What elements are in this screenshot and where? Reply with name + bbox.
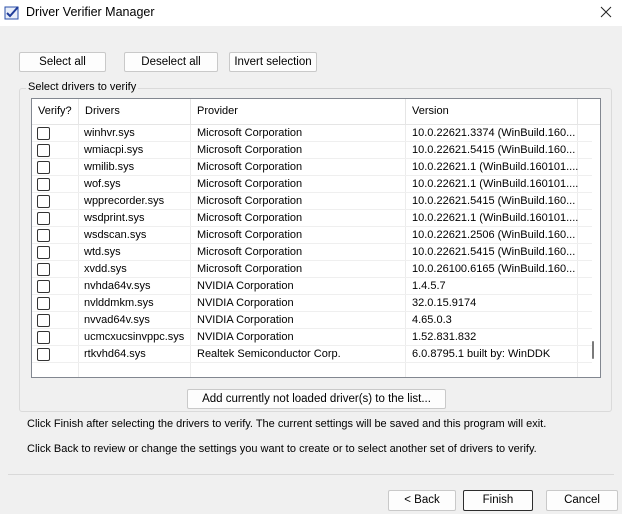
checkbox-icon[interactable] xyxy=(37,246,50,259)
driver-provider: Microsoft Corporation xyxy=(197,127,303,139)
driver-version: 10.0.22621.2506 (WinBuild.160... xyxy=(412,229,576,241)
table-row[interactable]: wtd.sys Microsoft Corporation 10.0.22621… xyxy=(32,244,592,261)
table-row[interactable]: wsdprint.sys Microsoft Corporation 10.0.… xyxy=(32,210,592,227)
header-provider[interactable]: Provider xyxy=(191,99,406,124)
driver-provider: NVIDIA Corporation xyxy=(197,297,294,309)
checkbox-icon[interactable] xyxy=(37,161,50,174)
driver-version: 10.0.22621.5415 (WinBuild.160... xyxy=(412,144,576,156)
drivers-listview[interactable]: Verify? Drivers Provider Version winhvr.… xyxy=(31,98,601,378)
checkbox-icon[interactable] xyxy=(37,229,50,242)
table-row[interactable]: wof.sys Microsoft Corporation 10.0.22621… xyxy=(32,176,592,193)
driver-provider: Microsoft Corporation xyxy=(197,263,303,275)
table-row[interactable]: rtkvhd64.sys Realtek Semiconductor Corp.… xyxy=(32,346,592,363)
info-finish-text: Click Finish after selecting the drivers… xyxy=(27,418,547,430)
driver-provider: NVIDIA Corporation xyxy=(197,280,294,292)
checklist-icon xyxy=(4,5,20,21)
window-title: Driver Verifier Manager xyxy=(26,5,155,19)
header-drivers[interactable]: Drivers xyxy=(79,99,191,124)
finish-button[interactable]: Finish xyxy=(463,490,533,511)
driver-name: ucmcxucsinvppc.sys xyxy=(84,331,185,343)
driver-name: winhvr.sys xyxy=(84,127,135,139)
select-all-button[interactable]: Select all xyxy=(19,52,106,72)
driver-name: wof.sys xyxy=(84,178,121,190)
driver-provider: Microsoft Corporation xyxy=(197,229,303,241)
driver-rows: winhvr.sys Microsoft Corporation 10.0.22… xyxy=(32,125,592,363)
checkbox-icon[interactable] xyxy=(37,195,50,208)
driver-provider: Microsoft Corporation xyxy=(197,212,303,224)
driver-version: 10.0.22621.1 (WinBuild.160101.... xyxy=(412,212,579,224)
vertical-scrollbar[interactable] xyxy=(592,341,594,359)
driver-version: 10.0.22621.1 (WinBuild.160101.... xyxy=(412,178,579,190)
driver-provider: NVIDIA Corporation xyxy=(197,314,294,326)
checkbox-icon[interactable] xyxy=(37,178,50,191)
checkbox-icon[interactable] xyxy=(37,280,50,293)
footer-divider xyxy=(8,474,614,475)
checkbox-icon[interactable] xyxy=(37,331,50,344)
driver-name: nvvad64v.sys xyxy=(84,314,150,326)
driver-version: 32.0.15.9174 xyxy=(412,297,477,309)
driver-version: 6.0.8795.1 built by: WinDDK xyxy=(412,348,551,360)
driver-name: wmilib.sys xyxy=(84,161,135,173)
driver-name: wsdprint.sys xyxy=(84,212,145,224)
driver-provider: Microsoft Corporation xyxy=(197,195,303,207)
invert-selection-button[interactable]: Invert selection xyxy=(229,52,317,72)
driver-version: 10.0.22621.5415 (WinBuild.160... xyxy=(412,246,576,258)
driver-version: 10.0.22621.1 (WinBuild.160101.... xyxy=(412,161,579,173)
driver-name: nvlddmkm.sys xyxy=(84,297,154,309)
checkbox-icon[interactable] xyxy=(37,212,50,225)
listview-header: Verify? Drivers Provider Version xyxy=(32,99,600,125)
driver-name: xvdd.sys xyxy=(84,263,127,275)
table-row[interactable]: winhvr.sys Microsoft Corporation 10.0.22… xyxy=(32,125,592,142)
checkbox-icon[interactable] xyxy=(37,263,50,276)
checkbox-icon[interactable] xyxy=(37,314,50,327)
driver-version: 1.4.5.7 xyxy=(412,280,446,292)
header-verify[interactable]: Verify? xyxy=(32,99,79,124)
table-row[interactable]: ucmcxucsinvppc.sys NVIDIA Corporation 1.… xyxy=(32,329,592,346)
checkbox-icon[interactable] xyxy=(37,297,50,310)
driver-provider: Microsoft Corporation xyxy=(197,178,303,190)
table-row[interactable]: nvhda64v.sys NVIDIA Corporation 1.4.5.7 xyxy=(32,278,592,295)
add-not-loaded-drivers-button[interactable]: Add currently not loaded driver(s) to th… xyxy=(187,389,446,409)
deselect-all-button[interactable]: Deselect all xyxy=(124,52,218,72)
driver-name: rtkvhd64.sys xyxy=(84,348,146,360)
title-bar: Driver Verifier Manager xyxy=(0,0,622,26)
driver-name: wtd.sys xyxy=(84,246,121,258)
driver-provider: NVIDIA Corporation xyxy=(197,331,294,343)
table-row[interactable]: wmiacpi.sys Microsoft Corporation 10.0.2… xyxy=(32,142,592,159)
driver-provider: Microsoft Corporation xyxy=(197,246,303,258)
cancel-button[interactable]: Cancel xyxy=(546,490,618,511)
driver-name: wpprecorder.sys xyxy=(84,195,165,207)
driver-name: wsdscan.sys xyxy=(84,229,147,241)
driver-provider: Microsoft Corporation xyxy=(197,161,303,173)
driver-version: 10.0.22621.3374 (WinBuild.160... xyxy=(412,127,576,139)
checkbox-icon[interactable] xyxy=(37,144,50,157)
driver-version: 10.0.26100.6165 (WinBuild.160... xyxy=(412,263,576,275)
driver-version: 1.52.831.832 xyxy=(412,331,477,343)
driver-name: nvhda64v.sys xyxy=(84,280,151,292)
back-button[interactable]: < Back xyxy=(388,490,456,511)
close-icon xyxy=(600,6,612,18)
info-back-text: Click Back to review or change the setti… xyxy=(27,443,537,455)
table-row[interactable]: wpprecorder.sys Microsoft Corporation 10… xyxy=(32,193,592,210)
group-label: Select drivers to verify xyxy=(26,81,139,93)
driver-provider: Realtek Semiconductor Corp. xyxy=(197,348,341,360)
close-button[interactable] xyxy=(590,0,622,26)
driver-version: 4.65.0.3 xyxy=(412,314,452,326)
table-row[interactable]: nvlddmkm.sys NVIDIA Corporation 32.0.15.… xyxy=(32,295,592,312)
driver-provider: Microsoft Corporation xyxy=(197,144,303,156)
driver-version: 10.0.22621.5415 (WinBuild.160... xyxy=(412,195,576,207)
checkbox-icon[interactable] xyxy=(37,127,50,140)
table-row[interactable]: xvdd.sys Microsoft Corporation 10.0.2610… xyxy=(32,261,592,278)
table-row[interactable]: nvvad64v.sys NVIDIA Corporation 4.65.0.3 xyxy=(32,312,592,329)
header-version[interactable]: Version xyxy=(406,99,578,124)
table-row[interactable]: wsdscan.sys Microsoft Corporation 10.0.2… xyxy=(32,227,592,244)
table-row[interactable]: wmilib.sys Microsoft Corporation 10.0.22… xyxy=(32,159,592,176)
driver-name: wmiacpi.sys xyxy=(84,144,144,156)
checkbox-icon[interactable] xyxy=(37,348,50,361)
